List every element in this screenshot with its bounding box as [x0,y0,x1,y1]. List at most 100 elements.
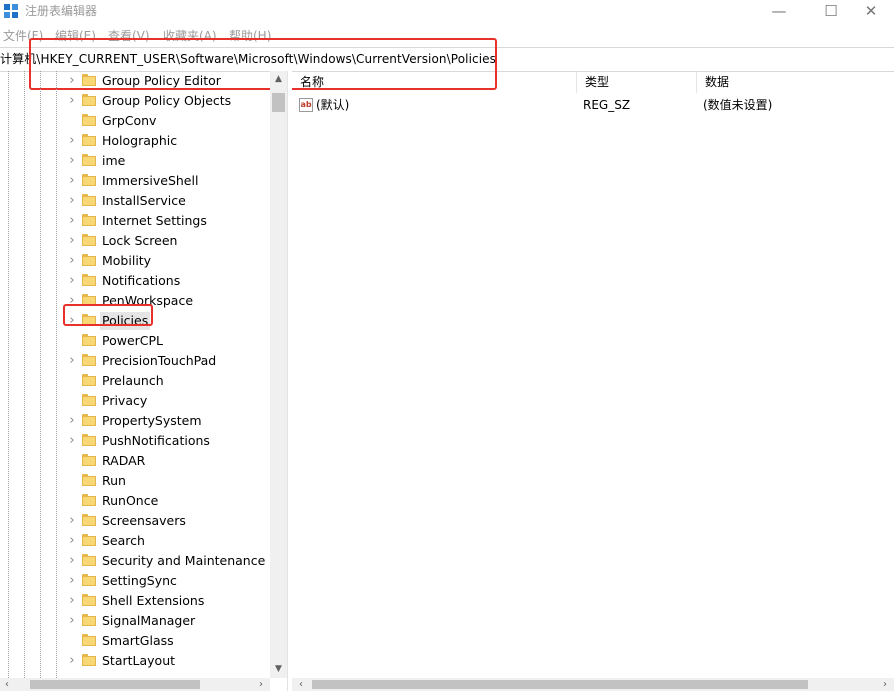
tree-item[interactable]: › Group Policy Objects [0,91,270,111]
tree-item[interactable]: › Holographic [0,131,270,151]
column-name-header[interactable]: 名称 [292,71,577,93]
chevron-right-icon[interactable]: › [66,614,78,628]
tree-item[interactable]: › Shell Extensions [0,591,270,611]
chevron-right-icon[interactable]: › [66,594,78,608]
folder-icon [82,114,96,126]
scroll-down-icon[interactable]: ▼ [270,661,287,678]
tree-item[interactable]: › InstallService [0,191,270,211]
address-bar[interactable]: 计算机\HKEY_CURRENT_USER\Software\Microsoft… [0,47,894,72]
chevron-right-icon[interactable]: › [66,574,78,588]
chevron-right-icon[interactable]: › [66,314,78,328]
address-path[interactable]: 计算机\HKEY_CURRENT_USER\Software\Microsoft… [0,51,496,67]
chevron-right-icon[interactable]: › [66,514,78,528]
chevron-right-icon[interactable] [66,374,78,388]
list-horizontal-scrollbar[interactable]: ‹ › [292,678,894,691]
scroll-up-icon[interactable]: ▲ [270,71,287,88]
tree-horizontal-scrollbar[interactable]: ‹ › [0,678,270,691]
chevron-right-icon[interactable]: › [66,534,78,548]
chevron-right-icon[interactable]: › [66,74,78,88]
tree-item-label: Prelaunch [102,373,164,388]
scroll-left-icon[interactable]: ‹ [294,678,308,691]
list-item[interactable]: ab (默认) REG_SZ (数值未设置) [292,95,894,115]
tree-item-label: InstallService [102,193,186,208]
chevron-right-icon[interactable]: › [66,354,78,368]
tree-item[interactable]: Run [0,471,270,491]
chevron-right-icon[interactable] [66,394,78,408]
menu-edit[interactable]: 编辑(E) [55,28,96,44]
tree-item-label: RunOnce [102,493,159,508]
tree-item-label: Shell Extensions [102,593,205,608]
scroll-right-icon[interactable]: › [254,678,268,691]
tree-item[interactable]: › ime [0,151,270,171]
scroll-thumb[interactable] [30,680,200,689]
tree-item[interactable]: › Notifications [0,271,270,291]
tree-item-label: Lock Screen [102,233,178,248]
tree-item-label: Internet Settings [102,213,207,228]
chevron-right-icon[interactable] [66,494,78,508]
chevron-right-icon[interactable] [66,474,78,488]
tree-item[interactable]: › PropertySystem [0,411,270,431]
tree-item[interactable]: › Search [0,531,270,551]
scroll-thumb[interactable] [272,93,285,112]
tree-item[interactable]: › Lock Screen [0,231,270,251]
tree-item[interactable]: RunOnce [0,491,270,511]
tree-item[interactable]: Privacy [0,391,270,411]
chevron-right-icon[interactable]: › [66,174,78,188]
tree-item[interactable]: PowerCPL [0,331,270,351]
chevron-right-icon[interactable]: › [66,234,78,248]
scroll-left-icon[interactable]: ‹ [0,678,14,691]
tree-item[interactable]: › StartLayout [0,651,270,671]
chevron-right-icon[interactable] [66,114,78,128]
tree-item-label: ImmersiveShell [102,173,199,188]
chevron-right-icon[interactable] [66,634,78,648]
chevron-right-icon[interactable]: › [66,414,78,428]
tree-item[interactable]: › ImmersiveShell [0,171,270,191]
tree-item[interactable]: › Mobility [0,251,270,271]
chevron-right-icon[interactable]: › [66,654,78,668]
tree-item[interactable]: › PushNotifications [0,431,270,451]
tree-item[interactable]: › PrecisionTouchPad [0,351,270,371]
menu-bar: 文件(F) 编辑(E) 查看(V) 收藏夹(A) 帮助(H) [0,26,894,46]
folder-icon [82,134,96,146]
tree-item[interactable]: › Internet Settings [0,211,270,231]
column-type-header[interactable]: 类型 [577,71,697,93]
menu-help[interactable]: 帮助(H) [229,28,271,44]
tree-item[interactable]: › SettingSync [0,571,270,591]
tree-item[interactable]: › PenWorkspace [0,291,270,311]
tree-item[interactable]: › Policies [0,311,270,331]
scroll-right-icon[interactable]: › [878,678,892,691]
chevron-right-icon[interactable]: › [66,254,78,268]
chevron-right-icon[interactable]: › [66,194,78,208]
tree-item[interactable]: › Screensavers [0,511,270,531]
column-data-header[interactable]: 数据 [697,71,894,93]
menu-file[interactable]: 文件(F) [3,28,43,44]
folder-icon [82,154,96,166]
folder-icon [82,634,96,646]
string-value-icon: ab [299,98,313,112]
chevron-right-icon[interactable]: › [66,554,78,568]
menu-view[interactable]: 查看(V) [108,28,150,44]
tree-item[interactable]: › Security and Maintenance [0,551,270,571]
tree-item[interactable]: SmartGlass [0,631,270,651]
minimize-button[interactable]: — [756,0,802,24]
tree-item[interactable]: RADAR [0,451,270,471]
chevron-right-icon[interactable]: › [66,434,78,448]
chevron-right-icon[interactable]: › [66,274,78,288]
tree-item[interactable]: Prelaunch [0,371,270,391]
chevron-right-icon[interactable]: › [66,214,78,228]
close-button[interactable]: ✕ [848,0,894,24]
folder-icon [82,454,96,466]
scroll-thumb[interactable] [312,680,808,689]
folder-icon [82,174,96,186]
chevron-right-icon[interactable] [66,454,78,468]
tree-vertical-scrollbar[interactable]: ▲ ▼ [270,71,287,678]
chevron-right-icon[interactable]: › [66,134,78,148]
menu-favorites[interactable]: 收藏夹(A) [163,28,217,44]
chevron-right-icon[interactable]: › [66,154,78,168]
tree-item[interactable]: GrpConv [0,111,270,131]
chevron-right-icon[interactable] [66,334,78,348]
chevron-right-icon[interactable]: › [66,94,78,108]
tree-item[interactable]: › SignalManager [0,611,270,631]
chevron-right-icon[interactable]: › [66,294,78,308]
tree-item[interactable]: › Group Policy Editor [0,71,270,91]
